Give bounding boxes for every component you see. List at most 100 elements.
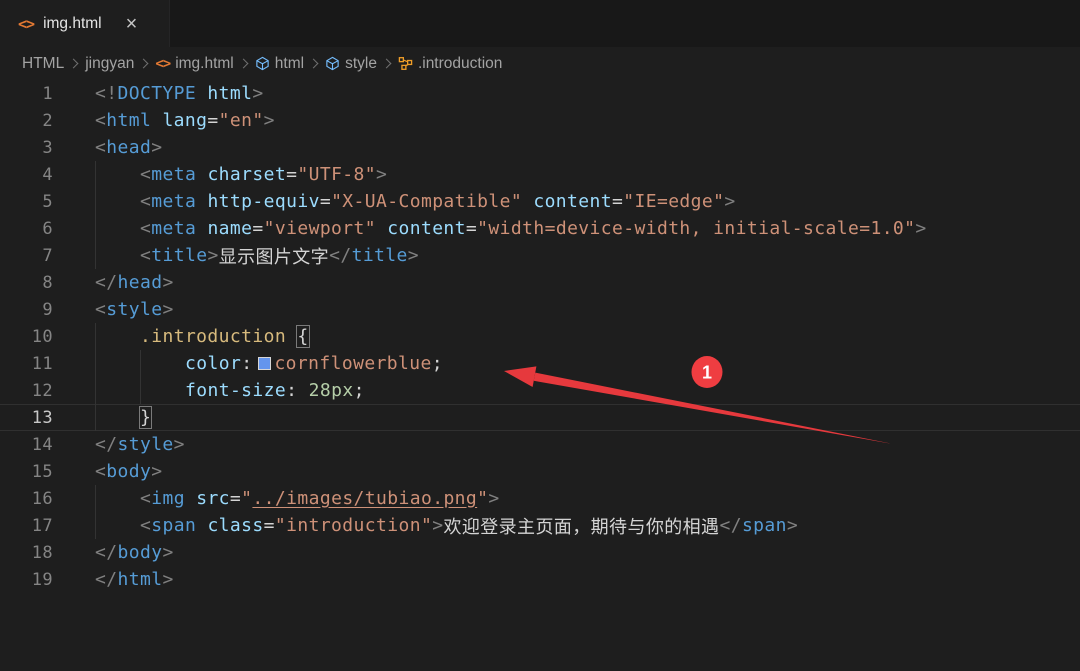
code-text: <img src="../images/tubiao.png"> (95, 485, 500, 512)
code-line[interactable]: 5<meta http-equiv="X-UA-Compatible" cont… (0, 188, 1080, 215)
breadcrumb-item-file-img-html[interactable]: <> img.html (155, 55, 233, 73)
code-line[interactable]: 7<title>显示图片文字</title> (0, 242, 1080, 269)
line-number[interactable]: 1 (0, 84, 53, 104)
code-line[interactable]: 16 <img src="../images/tubiao.png"> (0, 485, 1080, 512)
line-number[interactable]: 18 (0, 543, 53, 563)
color-swatch[interactable] (258, 357, 271, 370)
code-text: .introduction { (95, 323, 309, 350)
code-token: < (95, 137, 106, 158)
tab-bar: <> img.html × (0, 0, 1080, 47)
line-number[interactable]: 14 (0, 435, 53, 455)
chevron-right-icon (69, 59, 79, 69)
code-line[interactable]: 12font-size: 28px; (0, 377, 1080, 404)
breadcrumb-item-symbol-html[interactable]: html (255, 55, 304, 73)
code-token: " (477, 488, 488, 509)
code-editor[interactable]: 1<!DOCTYPE html>2<html lang="en">3<head>… (0, 80, 1080, 671)
line-number[interactable]: 11 (0, 354, 53, 374)
line-number[interactable]: 17 (0, 516, 53, 536)
close-tab-icon[interactable]: × (126, 14, 138, 34)
code-line[interactable]: 8 </head> (0, 269, 1080, 296)
indent-guide (140, 350, 185, 377)
code-token: body (117, 542, 162, 563)
line-number[interactable]: 6 (0, 219, 53, 239)
code-text: </style> (95, 434, 185, 455)
html-file-icon: <> (155, 56, 170, 72)
breadcrumb-item-folder-html[interactable]: HTML (22, 55, 64, 73)
line-number[interactable]: 2 (0, 111, 53, 131)
code-token: "X-UA-Compatible" (331, 191, 522, 212)
code-token: html (196, 83, 252, 104)
code-token: charset (196, 164, 286, 185)
code-line[interactable]: 3 <head> (0, 134, 1080, 161)
code-token: content (376, 218, 466, 239)
line-number[interactable]: 4 (0, 165, 53, 185)
line-number[interactable]: 3 (0, 138, 53, 158)
indent-guide (95, 188, 140, 215)
code-token: < (95, 299, 106, 320)
code-line[interactable]: 9<style> (0, 296, 1080, 323)
code-token: > (162, 569, 173, 590)
code-token: = (230, 488, 241, 509)
code-line[interactable]: 6 <meta name="viewport" content="width=de… (0, 215, 1080, 242)
code-token: "viewport" (264, 218, 376, 239)
code-token: = (207, 110, 218, 131)
chevron-right-icon (139, 59, 149, 69)
code-line[interactable]: 10 .introduction { (0, 323, 1080, 350)
code-line[interactable]: 4<meta charset="UTF-8"> (0, 161, 1080, 188)
tab-img-html[interactable]: <> img.html × (0, 0, 170, 47)
line-number[interactable]: 16 (0, 489, 53, 509)
code-token: < (140, 245, 151, 266)
code-token: = (286, 164, 297, 185)
breadcrumb-item-symbol-style[interactable]: style (325, 55, 377, 73)
code-token: > (162, 272, 173, 293)
code-line[interactable]: 14 </style> (0, 431, 1080, 458)
code-line[interactable]: 19</html> (0, 566, 1080, 593)
indent-guide (140, 377, 185, 404)
code-line[interactable]: 13} (0, 404, 1080, 431)
breadcrumb-item-folder-jingyan[interactable]: jingyan (85, 55, 134, 73)
code-token: ; (354, 380, 365, 401)
line-number[interactable]: 9 (0, 300, 53, 320)
code-token: meta (151, 218, 196, 239)
code-line[interactable]: 17<span class="introduction">欢迎登录主页面，期待与… (0, 512, 1080, 539)
indent-guide (95, 350, 140, 377)
line-number[interactable]: 10 (0, 327, 53, 347)
line-number[interactable]: 13 (0, 408, 53, 428)
code-text: <head> (95, 137, 162, 158)
code-lines: 1<!DOCTYPE html>2<html lang="en">3<head>… (0, 80, 1080, 593)
code-line[interactable]: 2 <html lang="en"> (0, 107, 1080, 134)
symbol-cube-icon (255, 56, 270, 71)
code-token: src (185, 488, 230, 509)
code-text: </head> (95, 272, 174, 293)
indent-guide (95, 242, 140, 269)
line-number[interactable]: 19 (0, 570, 53, 590)
code-token: </ (329, 245, 351, 266)
code-token: 显示图片文字 (219, 243, 329, 269)
code-token: "introduction" (275, 515, 432, 536)
line-number[interactable]: 5 (0, 192, 53, 212)
code-text: <html lang="en"> (95, 110, 275, 131)
breadcrumb-item-symbol-introduction[interactable]: .introduction (398, 55, 502, 73)
code-line[interactable]: 1<!DOCTYPE html> (0, 80, 1080, 107)
code-token: </ (95, 434, 117, 455)
code-line[interactable]: 18</body> (0, 539, 1080, 566)
code-token: > (408, 245, 419, 266)
code-token: > (252, 83, 263, 104)
code-token: cornflowerblue (274, 353, 431, 374)
line-number[interactable]: 7 (0, 246, 53, 266)
chevron-right-icon (381, 59, 391, 69)
code-token: " (241, 488, 252, 509)
line-number[interactable]: 12 (0, 381, 53, 401)
code-token: <! (95, 83, 117, 104)
code-token: < (140, 488, 151, 509)
code-text: <meta name="viewport" content="width=dev… (95, 215, 927, 242)
indent-guide (95, 404, 140, 431)
code-token: meta (151, 191, 196, 212)
code-token: 欢迎登录主页面，期待与你的相遇 (443, 513, 719, 539)
code-line[interactable]: 15<body> (0, 458, 1080, 485)
line-number[interactable]: 15 (0, 462, 53, 482)
code-token: meta (151, 164, 196, 185)
code-token: </ (719, 515, 741, 536)
code-line[interactable]: 11color:cornflowerblue; (0, 350, 1080, 377)
line-number[interactable]: 8 (0, 273, 53, 293)
